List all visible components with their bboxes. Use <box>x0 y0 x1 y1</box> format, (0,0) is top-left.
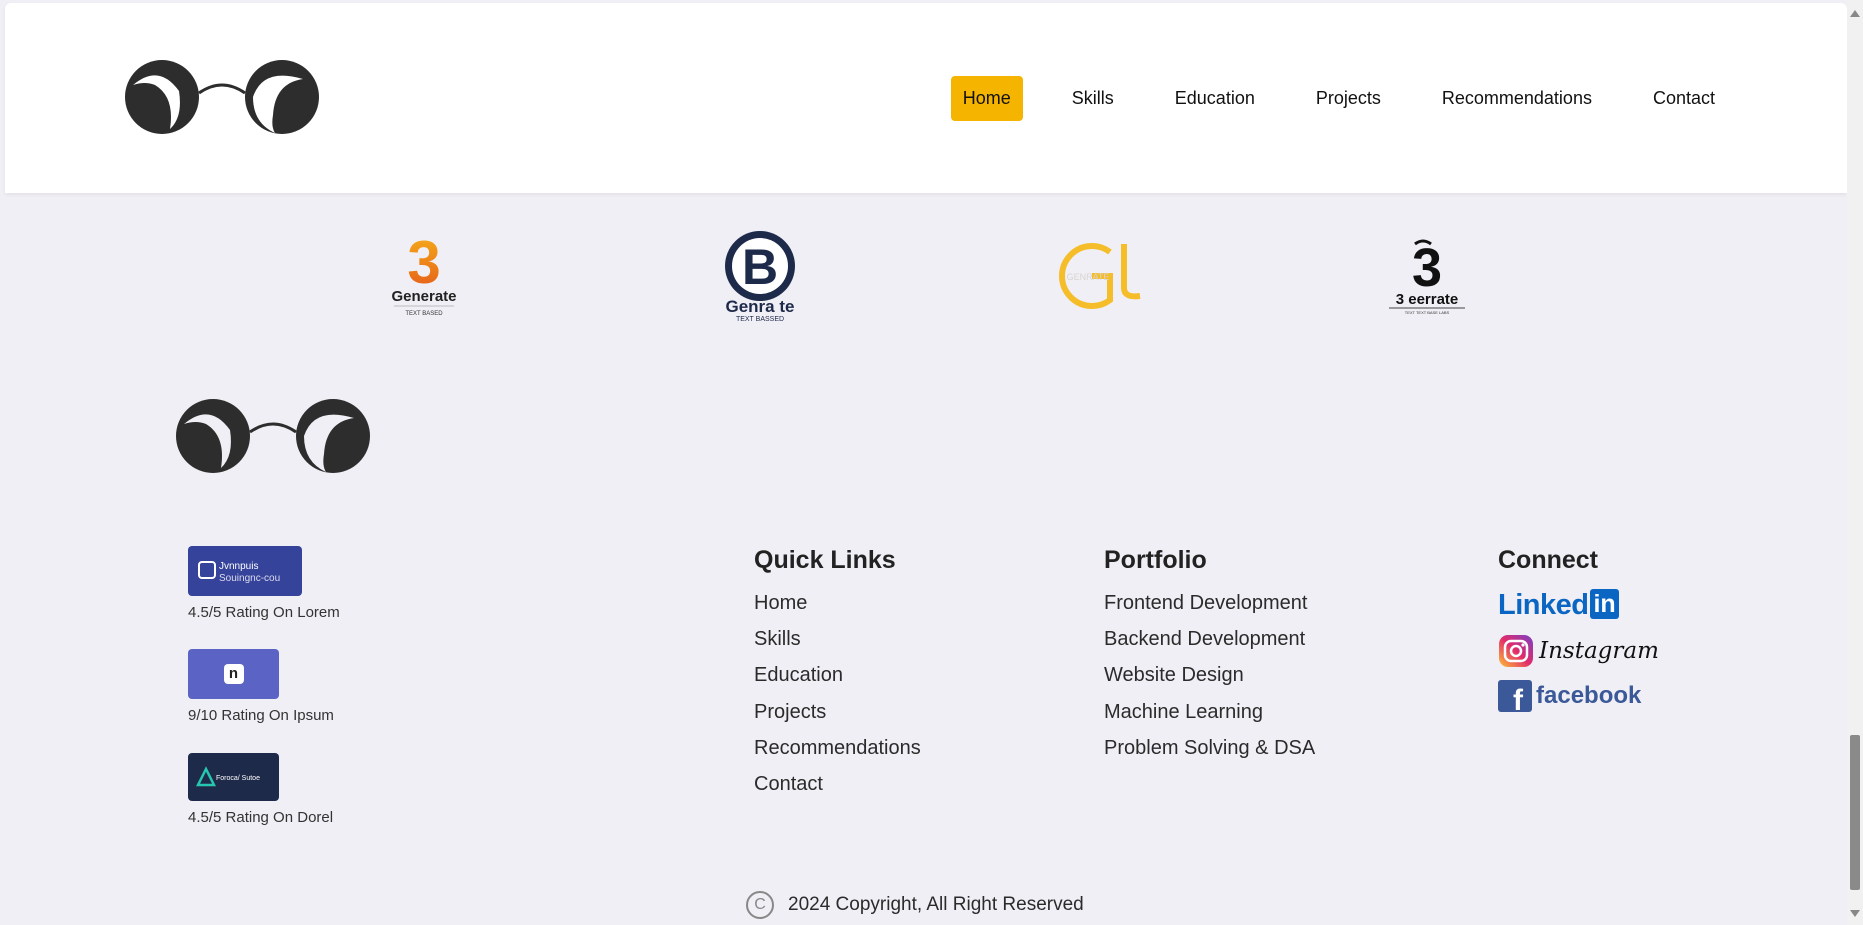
svg-text:Jvnnpuis: Jvnnpuis <box>219 561 258 572</box>
portfolio-backend[interactable]: Backend Development <box>1104 621 1315 657</box>
svg-text:Souingnc-cou: Souingnc-cou <box>219 573 280 584</box>
svg-text:f: f <box>1513 684 1524 712</box>
connect-column: Connect Linked in Instagram f facebook <box>1498 546 1659 712</box>
partner-logo-3eerrate: 3 3 eerrate TEXT TEXT BASE LABS <box>1385 228 1469 324</box>
quick-link-projects[interactable]: Projects <box>754 694 921 730</box>
scroll-down-icon[interactable] <box>1850 910 1860 917</box>
rating-lorem-text: 4.5/5 Rating On Lorem <box>188 604 340 621</box>
linkedin-in-icon: in <box>1590 589 1619 619</box>
copyright-icon: C <box>746 891 774 919</box>
svg-text:B: B <box>742 239 778 295</box>
portfolio-title: Portfolio <box>1104 546 1207 574</box>
svg-text:TEXT BASSED: TEXT BASSED <box>736 316 784 323</box>
quick-link-home[interactable]: Home <box>754 585 921 621</box>
nav-projects[interactable]: Projects <box>1304 76 1393 121</box>
generate-orange-logo: 3 Generate TEXT BASED <box>391 231 456 317</box>
quick-link-education[interactable]: Education <box>754 657 921 693</box>
svg-text:Foroca/ Sutoe: Foroca/ Sutoe <box>216 775 260 782</box>
connect-title: Connect <box>1498 546 1598 574</box>
svg-text:Generate: Generate <box>391 288 456 305</box>
svg-text:TEXT BASED: TEXT BASED <box>405 311 443 317</box>
nav-skills[interactable]: Skills <box>1060 76 1126 121</box>
gl-yellow-logo: GENRATE <box>1059 243 1141 309</box>
svg-text:TEXT TEXT BASE LABS: TEXT TEXT BASE LABS <box>1405 310 1450 315</box>
instagram-text: Instagram <box>1539 638 1659 664</box>
copyright: C 2024 Copyright, All Right Reserved <box>746 891 1084 919</box>
rating-lorem: Jvnnpuis Souingnc-cou 4.5/5 Rating On Lo… <box>188 546 340 621</box>
scroll-up-icon[interactable] <box>1850 10 1860 17</box>
quick-link-contact[interactable]: Contact <box>754 766 921 802</box>
quick-links-column: Quick Links Home Skills Education Projec… <box>754 546 921 802</box>
rating-ipsum-text: 9/10 Rating On Ipsum <box>188 707 334 724</box>
sunglasses-logo[interactable] <box>125 57 319 137</box>
footer-sunglasses-logo[interactable] <box>176 396 370 476</box>
linkedin-text: Linked <box>1498 589 1589 621</box>
site-header: Home Skills Education Projects Recommend… <box>5 3 1847 193</box>
scroll-thumb[interactable] <box>1850 735 1860 890</box>
linkedin-link[interactable]: Linked in <box>1498 589 1659 622</box>
partner-logo-gl: GENRATE <box>1048 228 1144 324</box>
partner-logo-generate: 3 Generate TEXT BASED <box>386 228 462 324</box>
lorem-badge[interactable]: Jvnnpuis Souingnc-cou <box>188 546 302 596</box>
dorel-badge[interactable]: Foroca/ Sutoe <box>188 753 279 801</box>
instagram-icon <box>1499 635 1533 667</box>
copyright-text: 2024 Copyright, All Right Reserved <box>788 894 1084 915</box>
svg-text:GENRATE: GENRATE <box>1067 272 1110 282</box>
portfolio-web-design[interactable]: Website Design <box>1104 657 1315 693</box>
rating-dorel: Foroca/ Sutoe 4.5/5 Rating On Dorel <box>188 753 333 826</box>
page-scrollbar[interactable] <box>1847 0 1863 925</box>
portfolio-column: Portfolio Frontend Development Backend D… <box>1104 546 1315 766</box>
nav-home[interactable]: Home <box>950 76 1023 121</box>
portfolio-dsa[interactable]: Problem Solving & DSA <box>1104 730 1315 766</box>
svg-text:Genra te: Genra te <box>726 297 795 316</box>
svg-text:3 eerrate: 3 eerrate <box>1396 291 1459 308</box>
nav-contact[interactable]: Contact <box>1641 76 1727 121</box>
nav-recommendations[interactable]: Recommendations <box>1430 76 1604 121</box>
svg-text:3: 3 <box>1412 238 1442 298</box>
quick-link-recommendations[interactable]: Recommendations <box>754 730 921 766</box>
3-eerrate-black-logo: 3 3 eerrate TEXT TEXT BASE LABS <box>1389 238 1465 315</box>
genrate-navy-logo: B Genra te TEXT BASSED <box>725 231 795 323</box>
svg-text:3: 3 <box>407 231 440 296</box>
instagram-link[interactable]: Instagram <box>1498 634 1659 668</box>
main-nav: Home Skills Education Projects Recommend… <box>950 76 1727 121</box>
ipsum-badge[interactable]: n <box>188 649 279 699</box>
nav-education[interactable]: Education <box>1163 76 1267 121</box>
portfolio-frontend[interactable]: Frontend Development <box>1104 585 1315 621</box>
facebook-icon: f <box>1498 680 1532 712</box>
rating-dorel-text: 4.5/5 Rating On Dorel <box>188 809 334 826</box>
facebook-link[interactable]: f facebook <box>1498 680 1659 712</box>
quick-link-skills[interactable]: Skills <box>754 621 921 657</box>
rating-ipsum: n 9/10 Rating On Ipsum <box>188 649 334 724</box>
partner-logo-genrate: B Genra te TEXT BASSED <box>716 228 804 324</box>
portfolio-ml[interactable]: Machine Learning <box>1104 694 1315 730</box>
n-icon: n <box>223 664 244 684</box>
quick-links-title: Quick Links <box>754 546 896 574</box>
facebook-text: facebook <box>1536 682 1642 709</box>
